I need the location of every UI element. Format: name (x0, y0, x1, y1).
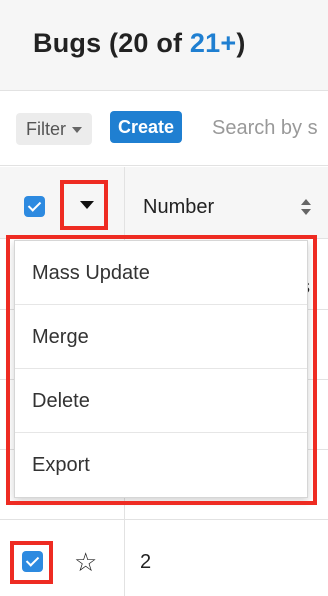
column-header-number[interactable]: Number (143, 196, 214, 219)
menu-item-mass-update[interactable]: Mass Update (15, 241, 307, 305)
create-button[interactable]: Create (110, 111, 183, 143)
list-toolbar: Filter Create Search by s (0, 90, 328, 166)
menu-item-export[interactable]: Export (15, 433, 307, 497)
sort-icon[interactable] (300, 198, 312, 216)
page-title: Bugs (20 of 21+) (33, 28, 246, 59)
row-checkbox[interactable] (22, 551, 43, 572)
menu-item-delete[interactable]: Delete (15, 369, 307, 433)
chevron-down-icon[interactable] (80, 201, 94, 209)
search-input[interactable]: Search by s (212, 117, 318, 140)
actions-dropdown-menu: Mass Update Merge Delete Export (14, 240, 308, 498)
title-prefix: Bugs (20 of (33, 28, 190, 58)
menu-item-merge[interactable]: Merge (15, 305, 307, 369)
star-icon[interactable]: ☆ (74, 549, 97, 575)
title-suffix: ) (236, 28, 246, 58)
chevron-down-icon (72, 127, 82, 134)
page-header: Bugs (20 of 21+) (0, 0, 328, 90)
table-row (0, 520, 328, 596)
filter-button-label: Filter (26, 119, 66, 139)
title-count-link[interactable]: 21+ (190, 28, 236, 58)
cell-number[interactable]: 2 (140, 551, 151, 574)
select-all-checkbox[interactable] (24, 196, 45, 217)
filter-button[interactable]: Filter (16, 113, 92, 145)
